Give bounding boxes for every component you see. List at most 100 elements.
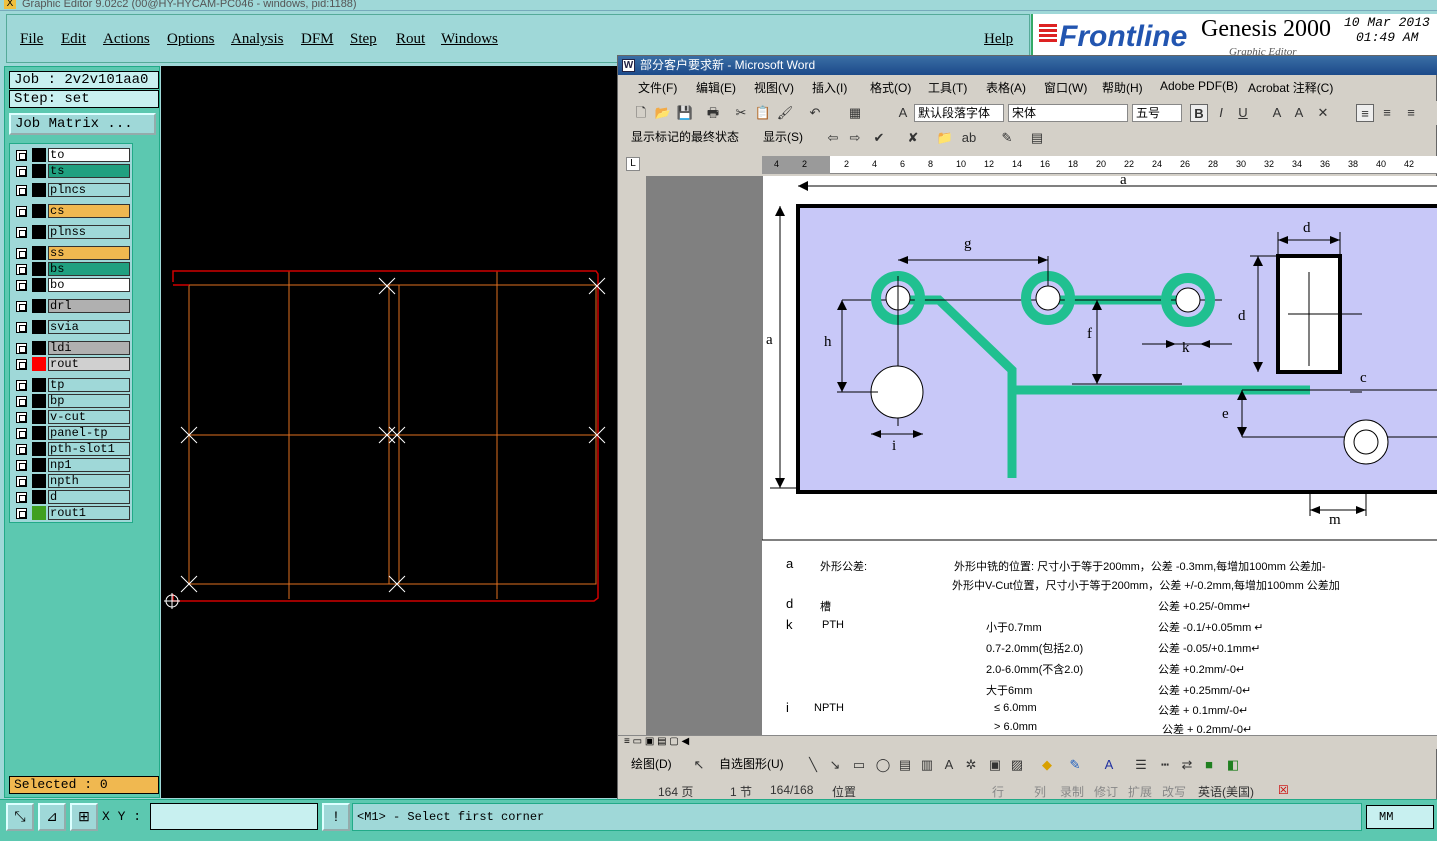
layer-row[interactable]: np1 (10, 458, 134, 473)
layer-checkbox[interactable] (16, 412, 27, 423)
layer-color-swatch[interactable] (32, 458, 46, 472)
open-icon[interactable]: 📂 (654, 104, 672, 122)
layer-name[interactable]: d (48, 490, 130, 504)
xy-input[interactable] (150, 803, 318, 830)
layer-checkbox[interactable] (16, 343, 27, 354)
italic-icon[interactable]: I (1212, 104, 1230, 122)
line-style-icon[interactable]: ☰ (1132, 756, 1150, 774)
horizontal-scrollbar[interactable]: ≡ ▭ ▣ ▤ ▢ ◀ (618, 735, 1437, 749)
scale-icon[interactable]: ✕ (1314, 104, 1332, 122)
layer-checkbox[interactable] (16, 492, 27, 503)
layer-row[interactable]: ldi (10, 341, 134, 356)
autoshapes-menu[interactable]: 自选图形(U) (716, 756, 796, 774)
format-painter-icon[interactable]: 🖌 (776, 104, 794, 122)
menu-windows[interactable]: Windows (441, 31, 498, 48)
cut-icon[interactable]: ✂ (732, 104, 750, 122)
layer-name[interactable]: npth (48, 474, 130, 488)
layer-name[interactable]: panel-tp (48, 426, 130, 440)
layer-color-swatch[interactable] (32, 490, 46, 504)
word-menu-edit[interactable]: 编辑(E) (696, 79, 736, 96)
layer-row[interactable]: bp (10, 394, 134, 409)
insert-table-icon[interactable]: ▦ (846, 104, 864, 122)
tab-stop-selector[interactable]: L (626, 157, 640, 171)
align-right-icon[interactable]: ≡ (1402, 104, 1420, 122)
paste-icon[interactable]: 📋 (754, 104, 772, 122)
view-buttons[interactable]: ≡ ▭ ▣ ▤ ▢ ◀ (624, 736, 689, 747)
layer-row[interactable]: d (10, 490, 134, 505)
layer-color-swatch[interactable] (32, 442, 46, 456)
layer-name[interactable]: ss (48, 246, 130, 260)
layer-color-swatch[interactable] (32, 225, 46, 239)
zoom-window-icon[interactable]: ⤡ (6, 803, 34, 831)
word-menu-tools[interactable]: 工具(T) (928, 79, 967, 96)
word-menu-insert[interactable]: 插入(I) (812, 79, 847, 96)
job-matrix-button[interactable]: Job Matrix ... (9, 113, 156, 135)
layer-checkbox[interactable] (16, 301, 27, 312)
layer-row[interactable]: pth-slot1 (10, 442, 134, 457)
layer-row[interactable]: rout1 (10, 506, 134, 521)
layer-name[interactable]: cs (48, 204, 130, 218)
word-menu-file[interactable]: 文件(F) (638, 79, 677, 96)
char-border-icon[interactable]: A (1268, 104, 1286, 122)
word-menu-format[interactable]: 格式(O) (870, 79, 911, 96)
layer-row[interactable]: ts (10, 164, 134, 179)
measure-icon[interactable]: ⊿ (38, 803, 66, 831)
menu-step[interactable]: Step (350, 31, 377, 48)
oval-icon[interactable]: ◯ (874, 756, 892, 774)
layer-checkbox[interactable] (16, 206, 27, 217)
track-changes-icon[interactable]: ✎ (998, 129, 1016, 147)
layer-checkbox[interactable] (16, 150, 27, 161)
layer-row[interactable]: tp (10, 378, 134, 393)
menu-options[interactable]: Options (167, 31, 215, 48)
layer-name[interactable]: bo (48, 278, 130, 292)
status-ext[interactable]: 扩展 (1128, 783, 1152, 800)
layer-checkbox[interactable] (16, 280, 27, 291)
menu-actions[interactable]: Actions (103, 31, 150, 48)
layer-checkbox[interactable] (16, 227, 27, 238)
textbox-icon[interactable]: ▤ (896, 756, 914, 774)
dash-style-icon[interactable]: ┅ (1156, 756, 1174, 774)
char-shading-icon[interactable]: A (1290, 104, 1308, 122)
layer-row[interactable]: ss (10, 246, 134, 261)
line-color-icon[interactable]: ✎ (1066, 756, 1084, 774)
vertical-textbox-icon[interactable]: ▥ (918, 756, 936, 774)
layer-color-swatch[interactable] (32, 262, 46, 276)
layer-name[interactable]: tp (48, 378, 130, 392)
save-icon[interactable]: 💾 (676, 104, 694, 122)
layer-color-swatch[interactable] (32, 474, 46, 488)
layer-row[interactable]: v-cut (10, 410, 134, 425)
graphic-canvas[interactable] (161, 66, 618, 798)
layer-name[interactable]: ldi (48, 341, 130, 355)
layer-row[interactable]: panel-tp (10, 426, 134, 441)
layer-color-swatch[interactable] (32, 164, 46, 178)
reject-change-icon[interactable]: ✘ (904, 129, 922, 147)
wordart-icon[interactable]: A (940, 756, 958, 774)
font-color-icon[interactable]: A (1100, 756, 1118, 774)
layer-name[interactable]: bs (48, 262, 130, 276)
layer-name[interactable]: pth-slot1 (48, 442, 130, 456)
layer-row[interactable]: svia (10, 320, 134, 335)
layer-row[interactable]: to (10, 148, 134, 163)
layer-row[interactable]: plnss (10, 225, 134, 240)
align-center-icon[interactable]: ≡ (1378, 104, 1396, 122)
layer-checkbox[interactable] (16, 166, 27, 177)
prev-change-icon[interactable]: ⇦ (824, 129, 842, 147)
markup-state-select[interactable]: 显示标记的最终状态 (628, 129, 756, 147)
word-menu-window[interactable]: 窗口(W) (1044, 79, 1087, 96)
word-menu-table[interactable]: 表格(A) (986, 79, 1026, 96)
layer-color-swatch[interactable] (32, 148, 46, 162)
layer-name[interactable]: to (48, 148, 130, 162)
undo-icon[interactable]: ↶ (806, 104, 824, 122)
picture-icon[interactable]: ▨ (1008, 756, 1026, 774)
layer-name[interactable]: drl (48, 299, 130, 313)
menu-dfm[interactable]: DFM (301, 31, 334, 48)
clipart-icon[interactable]: ▣ (986, 756, 1004, 774)
layer-color-swatch[interactable] (32, 378, 46, 392)
layer-row[interactable]: npth (10, 474, 134, 489)
layer-color-swatch[interactable] (32, 394, 46, 408)
font-select[interactable]: 宋体 (1008, 104, 1128, 122)
layer-checkbox[interactable] (16, 359, 27, 370)
spelling-status-icon[interactable]: ☒ (1278, 783, 1289, 797)
layer-name[interactable]: plnss (48, 225, 130, 239)
layer-color-swatch[interactable] (32, 506, 46, 520)
